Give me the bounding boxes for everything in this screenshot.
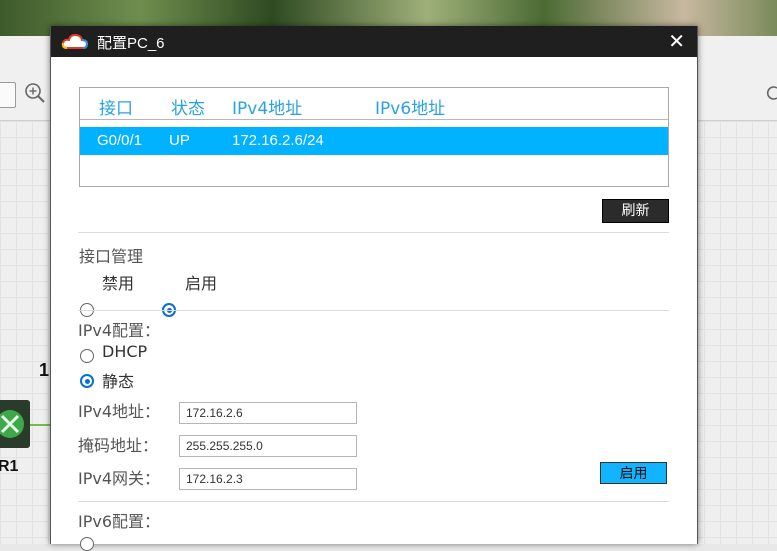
dialog-titlebar[interactable]: 配置PC_6 ✕ — [51, 26, 697, 57]
mask-label: 掩码地址： — [78, 436, 159, 455]
gateway-label: IPv4网关： — [78, 469, 161, 488]
refresh-button[interactable]: 刷新 — [602, 199, 669, 223]
interface-table: 接口 状态 IPv4地址 IPv6地址 G0/0/1 UP 172.16.2.6… — [79, 87, 669, 187]
gateway-field[interactable]: 172.16.2.3 — [179, 468, 357, 490]
divider — [78, 232, 669, 233]
column-header-ipv6: IPv6地址 — [375, 99, 446, 119]
radio-disable-label: 禁用 — [102, 274, 135, 293]
device-label-r1: R1 — [0, 458, 19, 475]
column-header-interface: 接口 — [99, 99, 133, 119]
apply-button[interactable]: 启用 — [600, 462, 667, 484]
column-header-ipv4: IPv4地址 — [232, 99, 303, 119]
ipv4-address-field[interactable]: 172.16.2.6 — [179, 402, 357, 424]
table-header: 接口 状态 IPv4地址 IPv6地址 — [80, 88, 668, 120]
refresh-icon[interactable] — [765, 82, 777, 104]
cell-interface: G0/0/1 — [97, 132, 143, 149]
link-line — [30, 424, 52, 426]
zoom-in-icon[interactable] — [24, 82, 46, 104]
radio-dhcp-label: DHCP — [102, 342, 148, 361]
device-label-number: 1 — [39, 360, 50, 380]
radio-enable-label: 启用 — [185, 274, 218, 293]
dialog-content: 接口 状态 IPv4地址 IPv6地址 G0/0/1 UP 172.16.2.6… — [51, 57, 697, 551]
divider — [78, 310, 669, 311]
cell-ipv4: 172.16.2.6/24 — [232, 132, 324, 149]
interface-mgmt-title: 接口管理 — [79, 247, 144, 266]
cell-status: UP — [169, 132, 190, 149]
radio-dhcp[interactable] — [80, 349, 94, 363]
column-header-status: 状态 — [171, 99, 205, 119]
divider — [78, 501, 669, 502]
ipv4-config-title: IPv4配置： — [78, 321, 161, 340]
ipv6-config-title: IPv6配置： — [78, 512, 161, 531]
radio-static-label: 静态 — [102, 372, 135, 391]
close-icon[interactable]: ✕ — [668, 31, 685, 51]
radio-ipv6-option[interactable] — [80, 537, 94, 551]
toolbar-button[interactable] — [0, 82, 16, 108]
router-icon[interactable] — [0, 400, 30, 448]
dialog-title: 配置PC_6 — [97, 35, 165, 52]
radio-static[interactable] — [80, 374, 94, 388]
table-row[interactable]: G0/0/1 UP 172.16.2.6/24 — [80, 127, 668, 155]
ipv4-address-label: IPv4地址： — [78, 402, 161, 421]
config-dialog: 配置PC_6 ✕ 接口 状态 IPv4地址 IPv6地址 G0/0/1 UP 1… — [50, 26, 698, 551]
mask-field[interactable]: 255.255.255.0 — [179, 435, 357, 457]
cloud-logo-icon — [61, 33, 89, 49]
